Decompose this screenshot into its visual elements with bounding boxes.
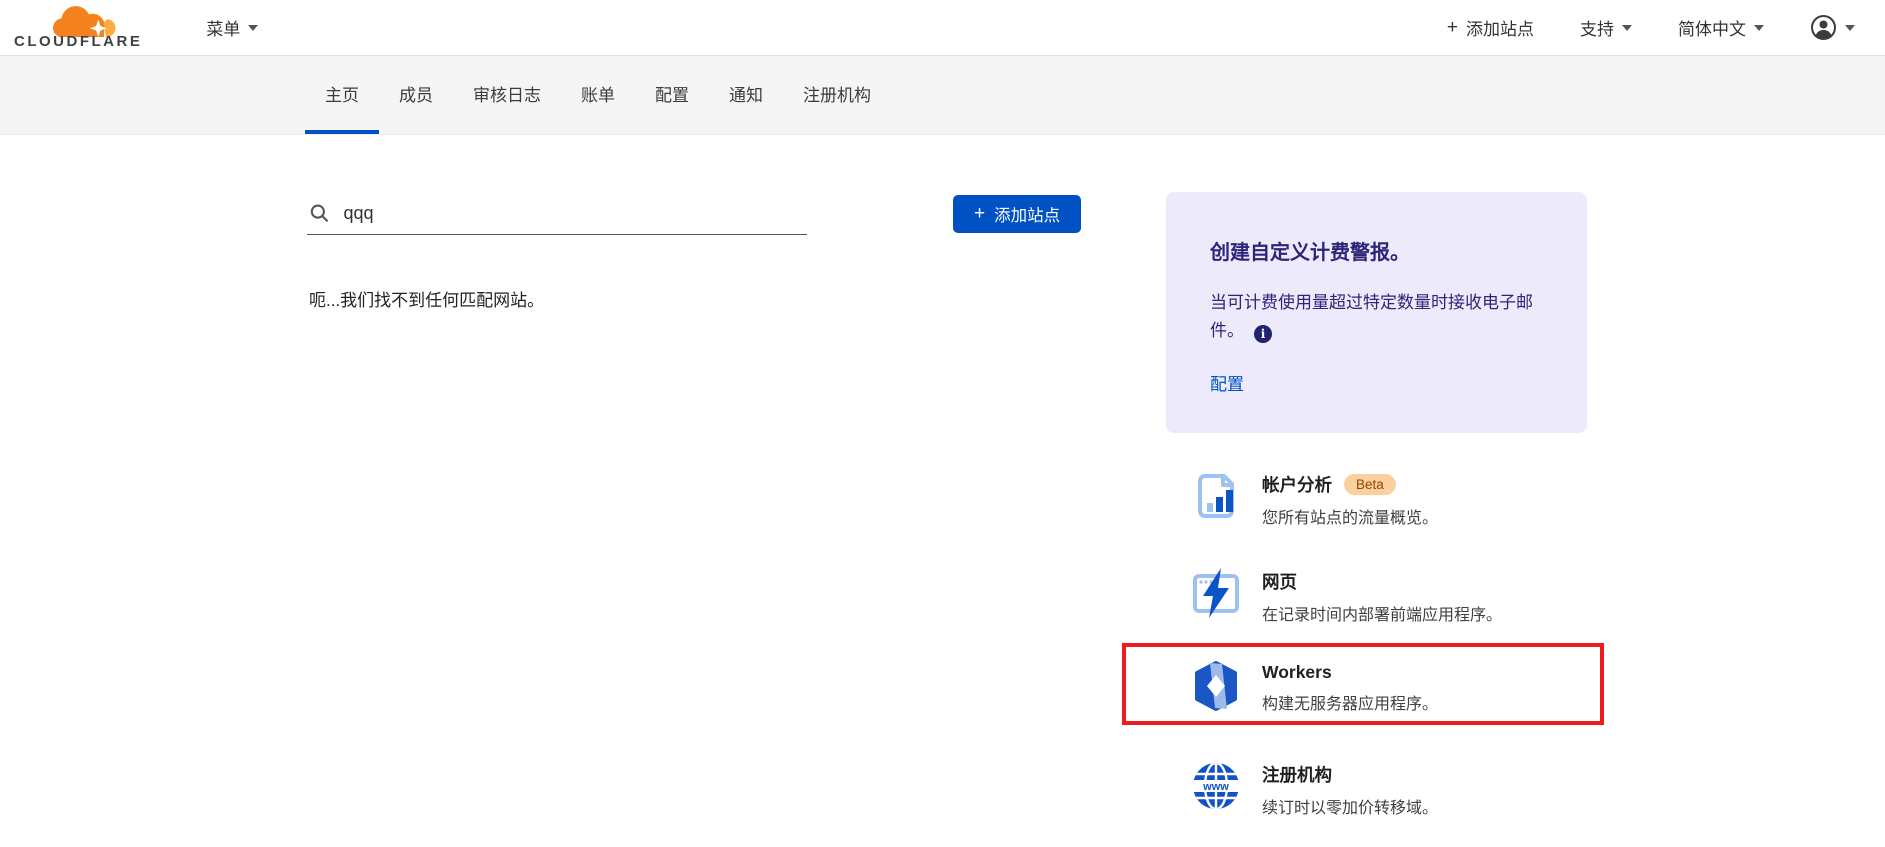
header-add-site-button[interactable]: + 添加站点	[1447, 15, 1534, 40]
product-description: 续订时以零加价转移域。	[1262, 794, 1438, 818]
product-description: 在记录时间内部署前端应用程序。	[1262, 601, 1502, 625]
billing-alert-card: 创建自定义计费警报。 当可计费使用量超过特定数量时接收电子邮件。i 配置	[1166, 192, 1587, 433]
search-icon	[309, 202, 329, 224]
add-site-button-label: 添加站点	[994, 202, 1060, 226]
chevron-down-icon	[1622, 25, 1632, 31]
registrar-icon: www	[1190, 760, 1242, 812]
tab-configuration[interactable]: 配置	[635, 56, 709, 134]
billing-card-body: 当可计费使用量超过特定数量时接收电子邮件。i	[1210, 289, 1543, 344]
product-description: 您所有站点的流量概览。	[1262, 504, 1438, 528]
account-tabbar: 主页 成员 审核日志 账单 配置 通知 注册机构	[0, 55, 1885, 135]
billing-configure-link[interactable]: 配置	[1210, 370, 1244, 395]
site-search-input[interactable]	[343, 203, 805, 224]
chevron-down-icon	[1754, 25, 1764, 31]
support-label: 支持	[1580, 15, 1614, 40]
top-header: CLOUDFLARE 菜单 + 添加站点 支持 简体中文	[0, 0, 1885, 55]
plus-icon: +	[1447, 17, 1458, 39]
user-avatar-icon	[1810, 14, 1837, 41]
account-dropdown[interactable]	[1810, 14, 1855, 41]
tab-notifications[interactable]: 通知	[709, 56, 783, 134]
product-pages[interactable]: 网页 在记录时间内部署前端应用程序。	[1190, 567, 1502, 625]
svg-text:www: www	[1202, 781, 1229, 793]
product-registrar[interactable]: www 注册机构 续订时以零加价转移域。	[1190, 760, 1438, 818]
header-add-site-label: 添加站点	[1466, 15, 1534, 40]
site-search	[307, 196, 807, 235]
logo-wordmark: CLOUDFLARE	[14, 34, 142, 49]
plus-icon: +	[974, 203, 985, 225]
no-match-message: 呃...我们找不到任何匹配网站。	[309, 286, 544, 311]
product-title: 帐户分析	[1262, 472, 1332, 497]
tab-members[interactable]: 成员	[379, 56, 453, 134]
analytics-icon	[1190, 470, 1242, 522]
menu-dropdown[interactable]: 菜单	[206, 15, 258, 40]
tab-home[interactable]: 主页	[305, 56, 379, 134]
billing-card-title: 创建自定义计费警报。	[1210, 236, 1543, 265]
support-dropdown[interactable]: 支持	[1580, 15, 1632, 40]
language-dropdown[interactable]: 简体中文	[1678, 15, 1764, 40]
pages-icon	[1190, 567, 1242, 619]
product-title: 网页	[1262, 569, 1297, 594]
add-site-button[interactable]: + 添加站点	[953, 195, 1081, 233]
tab-audit-log[interactable]: 审核日志	[453, 56, 561, 134]
language-label: 简体中文	[1678, 15, 1746, 40]
chevron-down-icon	[248, 25, 258, 31]
tab-registrar[interactable]: 注册机构	[783, 56, 891, 134]
workers-highlight-box	[1122, 643, 1604, 725]
menu-label: 菜单	[206, 15, 240, 40]
info-icon[interactable]: i	[1254, 325, 1272, 343]
product-workers[interactable]: Workers 构建无服务器应用程序。	[1190, 660, 1438, 714]
header-right-group: + 添加站点 支持 简体中文	[1447, 14, 1855, 41]
tab-billing[interactable]: 账单	[561, 56, 635, 134]
chevron-down-icon	[1845, 25, 1855, 31]
product-title: 注册机构	[1262, 762, 1332, 787]
product-account-analytics[interactable]: 帐户分析 Beta 您所有站点的流量概览。	[1190, 470, 1438, 528]
cloudflare-logo[interactable]: CLOUDFLARE	[14, 6, 142, 49]
site-search-box[interactable]	[307, 196, 807, 235]
cloudflare-dashboard: CLOUDFLARE 菜单 + 添加站点 支持 简体中文	[0, 0, 1885, 847]
beta-badge: Beta	[1344, 474, 1396, 495]
